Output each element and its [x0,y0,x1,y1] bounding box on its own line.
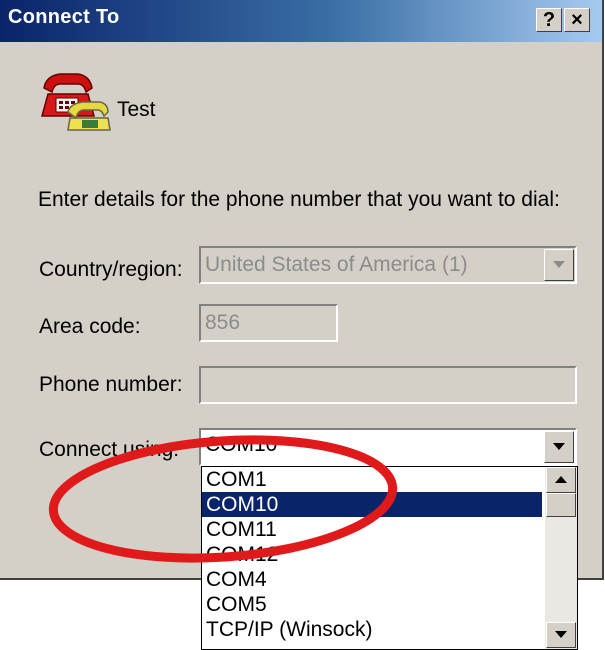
arrow-down-icon [555,631,567,638]
area-code-field[interactable]: 856 [199,304,338,342]
option-com11[interactable]: COM11 [202,517,542,542]
phone-number-field[interactable] [199,366,577,404]
option-com10[interactable]: COM10 [202,492,542,517]
help-button[interactable]: ? [536,8,562,32]
connect-using-select[interactable]: COM10 [199,428,577,466]
area-code-label: Area code: [39,315,141,338]
connect-using-value: COM10 [205,433,278,456]
option-com1[interactable]: COM1 [202,467,542,492]
connect-using-dropdown-list[interactable]: COM1 COM10 COM11 COM12 COM4 COM5 TCP/IP … [201,466,578,650]
chevron-down-icon [553,443,565,450]
country-label: Country/region: [39,258,183,281]
scroll-down-button[interactable] [546,622,576,648]
country-dropdown-button[interactable] [544,249,574,281]
country-select[interactable]: United States of America (1) [199,246,577,284]
phone-number-label: Phone number: [39,373,183,396]
scroll-up-button[interactable] [546,467,576,493]
area-code-value: 856 [205,311,241,334]
country-value: United States of America (1) [205,253,468,276]
phone-icon [41,73,111,131]
title-bar[interactable]: Connect To ? × [0,0,602,42]
close-button[interactable]: × [564,8,590,32]
option-com5[interactable]: COM5 [202,592,542,617]
connect-using-label: Connect using: [39,438,180,461]
arrow-up-icon [555,476,567,483]
connection-name: Test [117,98,156,121]
connect-using-dropdown-button[interactable] [544,431,574,463]
dropdown-scrollbar[interactable] [545,467,577,649]
option-com12[interactable]: COM12 [202,542,542,567]
option-tcpip[interactable]: TCP/IP (Winsock) [202,617,542,642]
chevron-down-icon [553,261,565,268]
scroll-thumb[interactable] [546,493,576,517]
instructions-text: Enter details for the phone number that … [38,188,560,211]
option-com4[interactable]: COM4 [202,567,542,592]
window-title: Connect To [8,6,120,28]
